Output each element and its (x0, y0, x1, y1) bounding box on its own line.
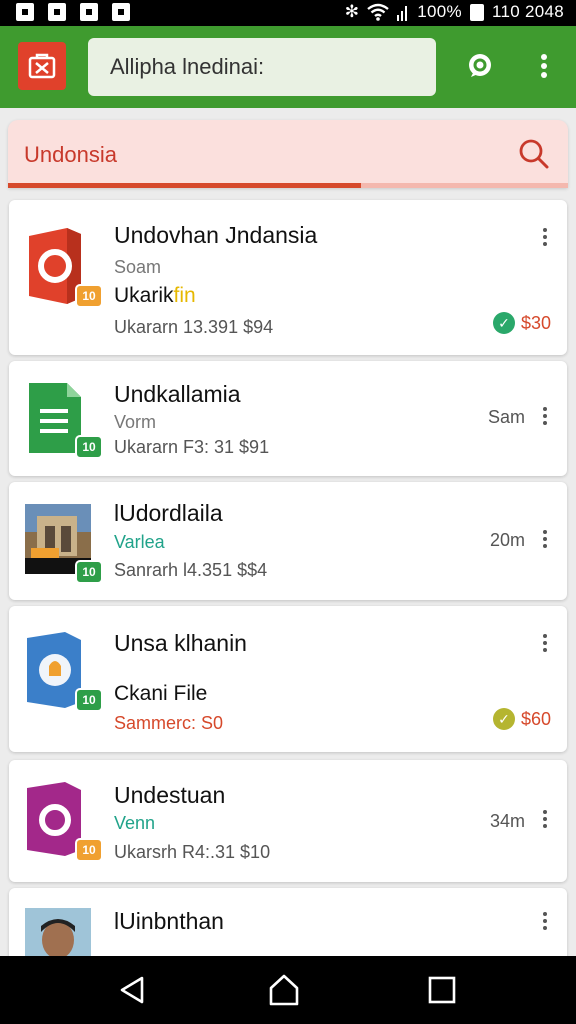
item-badge: 10 (75, 688, 103, 712)
item-details: Ukararn F3: 31 $91 (114, 437, 270, 457)
list-item[interactable]: 10 lUdordlaila Varlea Sanrarh l4.351 $$4… (9, 482, 567, 600)
item-more-button[interactable] (537, 630, 553, 656)
battery-percent: 100% (417, 2, 462, 21)
notification-icons (16, 3, 130, 21)
item-more-button[interactable] (537, 908, 553, 934)
item-tagline-accent: fin (173, 284, 196, 307)
files-app-icon: 10 (23, 630, 103, 712)
loading-progress-bar (8, 183, 568, 188)
chat-icon (469, 54, 491, 77)
list-item[interactable]: 10 Unsa klhanin Ckani File Sammerc: S0 ✓… (9, 606, 567, 752)
item-subtitle: Soam (114, 257, 162, 277)
status-right: ✻ 100% 110 2048 (345, 2, 564, 22)
list-item[interactable]: 10 Undkallamia Vorm Ukararn F3: 31 $91 S… (9, 361, 567, 476)
home-icon (269, 974, 299, 1006)
item-title: Undkallamia (114, 381, 241, 407)
item-badge: 10 (75, 284, 103, 308)
wifi-icon (367, 3, 390, 21)
item-title: lUdordlaila (114, 500, 223, 526)
item-more-button[interactable] (537, 403, 553, 429)
bookmark-notification-icon (112, 3, 130, 21)
item-more-button[interactable] (537, 526, 553, 552)
bag-notification-icon (48, 3, 66, 21)
clock: 110 2048 (491, 2, 564, 21)
item-status-value: $60 (520, 708, 551, 729)
item-status-value: $30 (520, 312, 551, 333)
bluetooth-icon: ✻ (344, 2, 360, 21)
photo-notification-icon (80, 3, 98, 21)
item-details: Ukararn 13.391 $94 (114, 317, 274, 337)
check-circle-icon: ✓ (492, 312, 515, 334)
list-item[interactable]: 10 Undovhan Jndansia Soam Ukarikfin Ukar… (9, 200, 567, 355)
more-vert-icon (541, 54, 547, 78)
item-subtitle: Vorm (114, 412, 157, 432)
back-button[interactable] (114, 972, 150, 1008)
app-search-field[interactable]: Allipha lnedinai: (88, 38, 436, 96)
office-app-icon: 10 (23, 226, 103, 308)
item-title: Unsa klhanin (114, 630, 247, 656)
recents-icon (428, 976, 456, 1004)
battery-icon (469, 3, 484, 21)
loading-progress-fill (8, 183, 361, 188)
navigation-bar (0, 956, 576, 1024)
overflow-menu-button[interactable] (527, 48, 561, 84)
search-box[interactable]: Undonsia (8, 120, 568, 188)
item-time: 34m (489, 811, 525, 831)
search-query[interactable]: Undonsia (24, 142, 117, 168)
item-subtitle: Ckani File (114, 682, 208, 705)
item-badge: 10 (75, 435, 103, 459)
item-subtitle: Venn (114, 813, 156, 833)
app-bar: Allipha lnedinai: (0, 26, 576, 108)
search-button[interactable] (516, 136, 552, 172)
item-status: ✓ $60 (492, 708, 551, 730)
item-title: lUinbnthan (114, 908, 224, 934)
item-tagline: Ukarikfin (114, 284, 196, 308)
app-search-text: Allipha lnedinai: (110, 54, 265, 79)
item-tagline-main: Ukarik (114, 284, 174, 307)
status-bar: ✻ 100% 110 2048 (0, 0, 576, 26)
sheets-app-icon: 10 (23, 377, 103, 459)
item-subtitle: Varlea (114, 532, 165, 552)
check-circle-icon: ✓ (492, 708, 515, 730)
app-logo-icon[interactable] (18, 42, 66, 90)
item-badge: 10 (75, 838, 103, 862)
list-item[interactable]: 10 Undestuan Venn Ukarsrh R4:.31 $10 34m (9, 760, 567, 882)
item-details: Sammerc: S0 (114, 713, 224, 733)
onenote-app-icon: 10 (23, 780, 103, 862)
item-badge: 10 (75, 560, 103, 584)
item-time: 20m (489, 530, 525, 550)
item-status: ✓ $30 (492, 312, 551, 334)
home-button[interactable] (266, 972, 302, 1008)
image-notification-icon (16, 3, 34, 21)
item-more-button[interactable] (537, 224, 553, 250)
item-more-button[interactable] (537, 806, 553, 832)
item-details: Sanrarh l4.351 $$4 (114, 560, 268, 580)
recents-button[interactable] (424, 972, 460, 1008)
item-title: Undovhan Jndansia (114, 222, 318, 248)
back-icon (120, 976, 144, 1004)
signal-icon (397, 6, 408, 21)
item-time: Sam (487, 407, 525, 427)
item-title: Undestuan (114, 782, 226, 808)
item-details: Ukarsrh R4:.31 $10 (114, 842, 271, 862)
chat-button[interactable] (463, 48, 497, 84)
search-icon (519, 139, 549, 169)
photo-app-icon: 10 (23, 502, 103, 584)
